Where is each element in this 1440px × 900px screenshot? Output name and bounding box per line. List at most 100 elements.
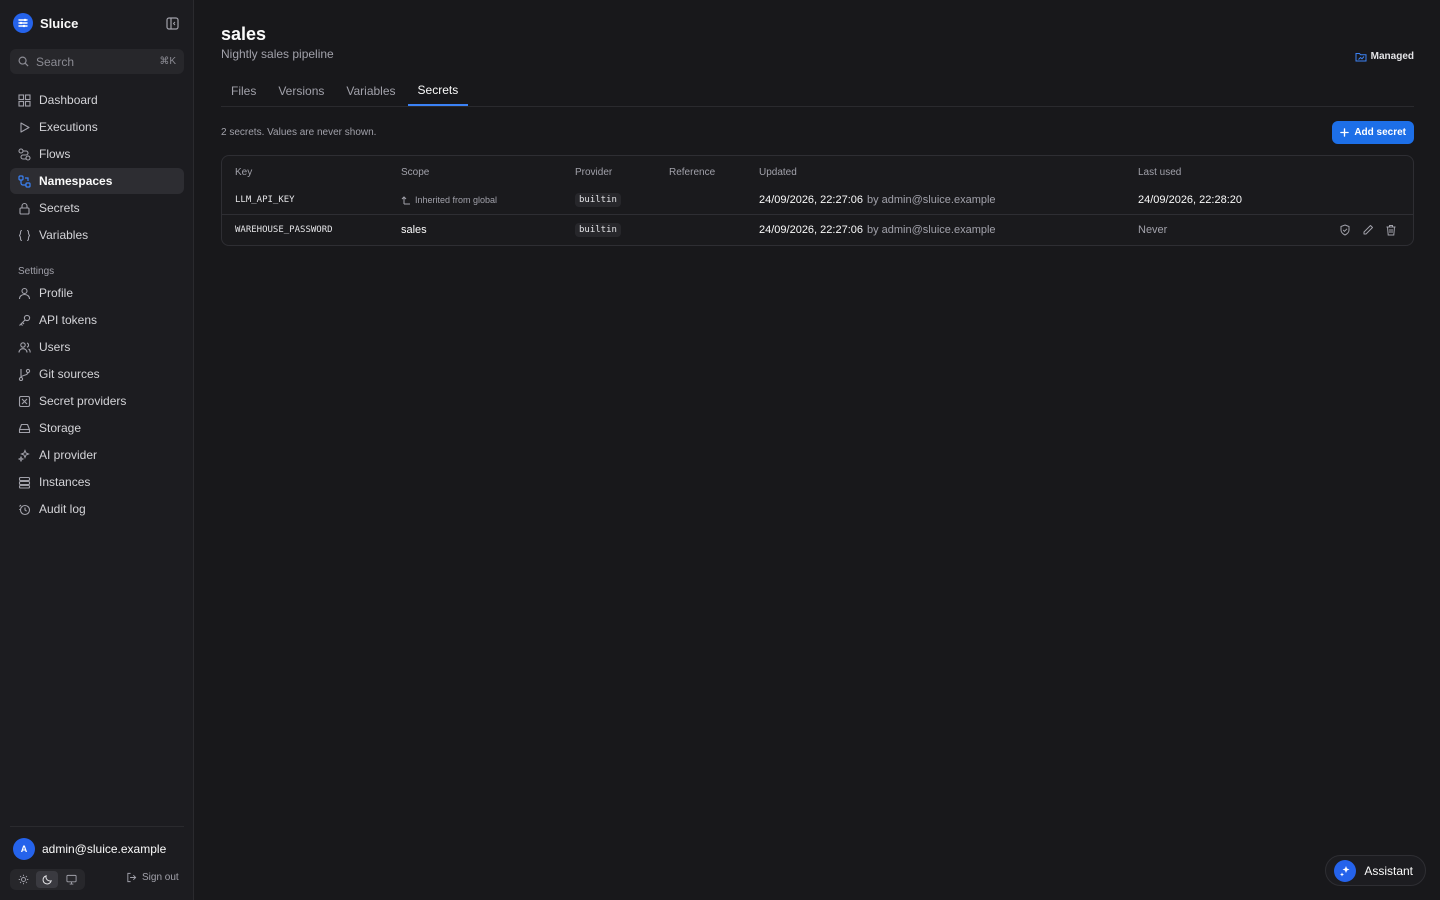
secret-provider: builtin: [575, 185, 621, 215]
search-placeholder: Search: [36, 54, 75, 69]
search-shortcut: ⌘K: [159, 56, 176, 67]
nav-item-secret-providers[interactable]: Secret providers: [10, 388, 184, 414]
search-input[interactable]: Search ⌘K: [10, 49, 184, 74]
server-icon: [18, 476, 31, 489]
nav-item-executions[interactable]: Executions: [10, 114, 184, 140]
row-actions: [1339, 215, 1397, 245]
plus-icon: [1340, 128, 1350, 137]
nav-item-flows[interactable]: Flows: [10, 141, 184, 167]
nav-item-label: Storage: [39, 421, 82, 435]
assistant-label: Assistant: [1364, 863, 1413, 878]
nav-item-label: Secrets: [39, 201, 80, 215]
sign-out-button[interactable]: Sign out: [126, 872, 179, 883]
nav-item-profile[interactable]: Profile: [10, 280, 184, 306]
sidebar-footer: A admin@sluice.example Sign out: [10, 826, 184, 890]
secret-scope: Inherited from global: [401, 185, 497, 215]
shield-icon[interactable]: [1339, 224, 1351, 236]
tab-secrets[interactable]: Secrets: [407, 76, 469, 106]
column-header-scope: Scope: [401, 167, 430, 178]
nav-item-label: Dashboard: [39, 93, 98, 107]
table-row[interactable]: WAREHOUSE_PASSWORD sales builtin 24/09/2…: [222, 215, 1413, 245]
system-theme-button[interactable]: [60, 871, 82, 888]
nav-item-variables[interactable]: Variables: [10, 222, 184, 248]
secrets-info: 2 secrets. Values are never shown.: [221, 127, 377, 138]
light-theme-button[interactable]: [12, 871, 34, 888]
search-icon: [18, 56, 29, 67]
avatar: A: [13, 838, 35, 860]
users-icon: [18, 341, 31, 353]
nav-item-secrets[interactable]: Secrets: [10, 195, 184, 221]
assistant-button[interactable]: Assistant: [1325, 855, 1426, 886]
column-header-provider: Provider: [575, 167, 613, 178]
page-subtitle: Nightly sales pipeline: [221, 47, 334, 61]
managed-label: Managed: [1370, 51, 1414, 62]
column-header-key: Key: [235, 167, 253, 178]
tab-versions[interactable]: Versions: [268, 76, 334, 106]
updated-by: by admin@sluice.example: [866, 194, 996, 206]
nav-item-label: API tokens: [39, 313, 98, 327]
tab-variables[interactable]: Variables: [336, 76, 405, 106]
settings-nav: Profile API tokens Users Git sources Sec…: [10, 280, 184, 523]
add-secret-button[interactable]: Add secret: [1332, 121, 1414, 144]
sparkles-icon: [18, 448, 30, 462]
dashboard-icon: [18, 93, 31, 107]
secret-updated: 24/09/2026, 22:27:06 by admin@sluice.exa…: [759, 215, 996, 245]
secret-scope-label: Inherited from global: [415, 195, 498, 205]
trash-icon[interactable]: [1385, 224, 1397, 236]
sign-out-label: Sign out: [142, 872, 179, 883]
nav-item-label: Namespaces: [39, 174, 113, 188]
nav-item-git-sources[interactable]: Git sources: [10, 361, 184, 387]
secret-provider: builtin: [575, 215, 621, 245]
managed-folder-icon: [1355, 52, 1367, 61]
user-icon: [18, 287, 31, 299]
flows-icon: [18, 147, 31, 161]
nav-item-label: Git sources: [39, 367, 100, 381]
nav-item-label: Users: [39, 340, 71, 354]
nav-item-label: Variables: [39, 228, 89, 242]
managed-badge: Managed: [1355, 51, 1414, 62]
updated-timestamp: 24/09/2026, 22:27:06: [759, 194, 863, 206]
edit-icon[interactable]: [1362, 224, 1374, 236]
column-header-reference: Reference: [669, 167, 716, 178]
nav-item-label: Instances: [39, 475, 91, 489]
secret-box-icon: [18, 395, 31, 407]
monitor-icon: [65, 874, 77, 885]
namespaces-icon: [18, 174, 31, 188]
sidebar-collapse-icon[interactable]: [164, 15, 180, 31]
tab-files[interactable]: Files: [221, 76, 266, 106]
nav-item-namespaces[interactable]: Namespaces: [10, 168, 184, 194]
nav-item-api-tokens[interactable]: API tokens: [10, 307, 184, 333]
nav-item-dashboard[interactable]: Dashboard: [10, 87, 184, 113]
moon-icon: [42, 875, 52, 885]
user-menu[interactable]: A admin@sluice.example: [13, 838, 166, 860]
updated-timestamp: 24/09/2026, 22:27:06: [759, 224, 863, 236]
page-title: sales: [221, 24, 267, 44]
brand[interactable]: Sluice: [13, 12, 78, 34]
sidebar: Sluice Search ⌘K Dashboard Executions Fl…: [0, 0, 194, 900]
nav-item-instances[interactable]: Instances: [10, 469, 184, 495]
inherited-arrow-icon: [401, 196, 410, 205]
updated-by: by admin@sluice.example: [866, 224, 996, 236]
settings-section-label: Settings: [18, 266, 55, 277]
nav-item-label: Flows: [39, 147, 71, 161]
nav-item-users[interactable]: Users: [10, 334, 184, 360]
sun-icon: [18, 874, 28, 885]
column-header-last-used: Last used: [1138, 167, 1182, 178]
storage-icon: [18, 423, 31, 433]
key-icon: [19, 314, 31, 326]
nav-item-ai-provider[interactable]: AI provider: [10, 442, 184, 468]
play-icon: [20, 121, 30, 133]
nav-item-label: Executions: [39, 120, 98, 134]
audit-icon: [19, 504, 31, 515]
sluice-logo-icon: [13, 13, 33, 33]
secret-key: WAREHOUSE_PASSWORD: [235, 225, 333, 235]
secret-key: LLM_API_KEY: [235, 195, 295, 205]
nav-item-audit-log[interactable]: Audit log: [10, 496, 184, 522]
git-branch-icon: [18, 368, 31, 381]
sign-out-icon: [127, 872, 137, 883]
dark-theme-button[interactable]: [36, 871, 58, 888]
nav-item-label: Secret providers: [39, 394, 127, 408]
nav-item-storage[interactable]: Storage: [10, 415, 184, 441]
table-row[interactable]: LLM_API_KEY Inherited from global builti…: [222, 185, 1413, 215]
nav-item-label: AI provider: [39, 448, 98, 462]
